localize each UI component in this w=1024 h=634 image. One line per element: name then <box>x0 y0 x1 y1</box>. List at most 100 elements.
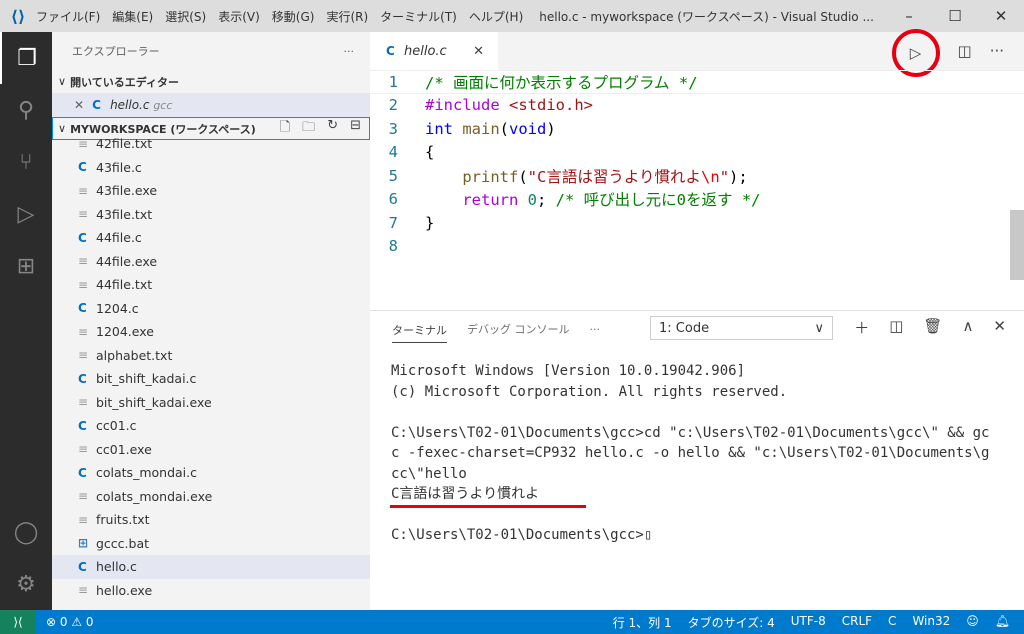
file-item[interactable]: Ccolats_mondai.c <box>52 461 370 485</box>
maximize-panel-icon[interactable]: ∧ <box>962 317 973 338</box>
problems-indicator[interactable]: ⊗ 0 ⚠ 0 <box>46 615 94 629</box>
file-name: gccc.bat <box>96 535 150 551</box>
close-icon[interactable]: ✕ <box>74 98 84 112</box>
bell-icon[interactable]: 🔔︎ <box>995 614 1010 631</box>
code-token: ; <box>537 191 556 210</box>
menu-item[interactable]: 表示(V) <box>218 10 260 24</box>
feedback-icon[interactable]: ☺ <box>966 614 979 631</box>
play-icon: ▷ <box>909 44 922 62</box>
source-control-icon[interactable]: ⑂ <box>0 136 52 188</box>
menu-bar: ファイル(F) 編集(E) 選択(S) 表示(V) 移動(G) 実行(R) ターミナル(T)… <box>36 8 535 25</box>
close-panel-icon[interactable]: ✕ <box>993 317 1006 338</box>
file-item[interactable]: ≡ bit_shift_kadai.exe <box>52 391 370 415</box>
code-line: 1 /* 画面に何か表示するプログラム */ <box>370 70 1024 94</box>
code-token: void <box>509 119 547 138</box>
account-icon[interactable]: ◯ <box>0 506 52 558</box>
file-item[interactable]: ≡ cc01.exe <box>52 438 370 462</box>
file-item[interactable]: Ccc01.c <box>52 414 370 438</box>
file-name: cc01.c <box>96 418 137 434</box>
tab-terminal[interactable]: ターミナル <box>392 322 447 343</box>
file-item[interactable]: ≡ 42file.txt <box>52 132 370 156</box>
maximize-button[interactable]: ☐ <box>932 7 978 25</box>
tab-debug-console[interactable]: デバッグ コンソール <box>467 321 570 337</box>
text-file-icon: ≡ <box>78 583 89 598</box>
remote-icon[interactable]: ⟩⟨ <box>0 610 36 634</box>
file-item[interactable]: ≡ colats_mondai.exe <box>52 485 370 509</box>
file-item[interactable]: ≡ 1204.exe <box>52 320 370 344</box>
code-token: ); <box>729 167 748 186</box>
search-icon[interactable]: ⚲ <box>0 84 52 136</box>
cursor-position[interactable]: 行 1、列 1 <box>613 614 672 631</box>
terminal-output[interactable]: Microsoft Windows [Version 10.0.19042.90… <box>370 347 1024 546</box>
close-tab-icon[interactable]: ✕ <box>473 44 484 59</box>
open-file-folder: gcc <box>153 98 173 112</box>
file-item[interactable]: ≡ 44file.exe <box>52 250 370 274</box>
terminal-panel: ターミナル デバッグ コンソール ··· 1: Code ∨ ＋ ◫ 🗑 ∧ ✕ … <box>370 310 1024 610</box>
more-icon[interactable]: ··· <box>590 323 601 336</box>
platform[interactable]: Win32 <box>912 614 950 631</box>
code-line: 6 return 0; /* 呼び出し元に0を返す */ <box>370 188 1024 212</box>
menu-item[interactable]: ヘルプ(H) <box>469 10 523 24</box>
file-item[interactable]: C 44file.c <box>52 226 370 250</box>
menu-item[interactable]: 移動(G) <box>272 10 315 24</box>
editor-tab-bar: Chello.c ✕ ▷ ◫ ··· <box>370 29 1024 77</box>
code-token: \n <box>701 167 720 186</box>
close-button[interactable]: ✕ <box>978 7 1024 25</box>
menu-item[interactable]: ファイル(F) <box>36 10 100 24</box>
file-item[interactable]: Cbit_shift_kadai.c <box>52 367 370 391</box>
terminal-select[interactable]: 1: Code ∨ <box>650 316 833 340</box>
text-file-icon: ≡ <box>78 442 89 457</box>
open-editors-section[interactable]: ∨ 開いているエディター <box>52 70 370 93</box>
c-file-icon: C <box>78 418 87 433</box>
file-item[interactable]: ≡ fruits.txt <box>52 508 370 532</box>
more-actions-icon[interactable]: ··· <box>990 42 1004 60</box>
scrollbar[interactable] <box>1010 210 1024 280</box>
menu-item[interactable]: 選択(S) <box>165 10 206 24</box>
file-name: alphabet.txt <box>96 347 173 363</box>
split-terminal-icon[interactable]: ◫ <box>889 317 903 338</box>
status-bar: ⟩⟨ ⊗ 0 ⚠ 0 行 1、列 1 タブのサイズ: 4 UTF-8 CRLF … <box>0 610 1024 634</box>
tab-hello-c[interactable]: Chello.c ✕ <box>370 32 498 70</box>
language-mode[interactable]: C <box>888 614 896 631</box>
minimize-button[interactable]: – <box>886 7 932 25</box>
code-token: } <box>425 213 435 232</box>
new-terminal-icon[interactable]: ＋ <box>854 317 869 338</box>
split-editor-icon[interactable]: ◫ <box>958 42 972 60</box>
file-item[interactable]: C 1204.c <box>52 297 370 321</box>
file-name: 44file.exe <box>96 253 158 269</box>
file-item[interactable]: C 43file.c <box>52 156 370 180</box>
line-number: 1 <box>388 72 398 91</box>
extensions-icon[interactable]: ⊞ <box>0 240 52 292</box>
title-bar: ⟨⟩ ファイル(F) 編集(E) 選択(S) 表示(V) 移動(G) 実行(R) ターミナル… <box>0 0 1024 32</box>
code-token: ( <box>499 119 509 138</box>
trash-icon[interactable]: 🗑 <box>923 317 942 338</box>
tab-size[interactable]: タブのサイズ: 4 <box>688 614 775 631</box>
text-file-icon: ≡ <box>78 136 89 151</box>
file-item[interactable]: ≡ 43file.txt <box>52 203 370 227</box>
encoding[interactable]: UTF-8 <box>791 614 826 631</box>
file-item[interactable]: Chello.c <box>52 555 370 579</box>
menu-item[interactable]: 実行(R) <box>326 10 368 24</box>
code-line: 2 #include <stdio.h> <box>370 94 1024 118</box>
file-item[interactable]: ⊞ gccc.bat <box>52 532 370 556</box>
code-token: ( <box>518 167 528 186</box>
file-item[interactable]: ≡ 44file.txt <box>52 273 370 297</box>
run-debug-icon[interactable]: ▷ <box>0 188 52 240</box>
line-ending[interactable]: CRLF <box>842 614 872 631</box>
file-item[interactable]: ≡ hello.exe <box>52 579 370 603</box>
code-editor[interactable]: 1 /* 画面に何か表示するプログラム */ 2 #include <stdio.h>… <box>370 70 1024 310</box>
c-file-icon: C <box>78 371 87 386</box>
more-actions-icon[interactable]: ··· <box>344 45 355 58</box>
file-item[interactable]: ≡ alphabet.txt <box>52 344 370 368</box>
file-item[interactable]: ≡ 43file.exe <box>52 179 370 203</box>
gear-icon[interactable]: ⚙ <box>0 558 52 610</box>
code-token: int <box>425 119 463 138</box>
menu-item[interactable]: 編集(E) <box>112 10 153 24</box>
activity-bar: ❐ ⚲ ⑂ ▷ ⊞ ◯ ⚙ <box>0 32 52 610</box>
menu-item[interactable]: ターミナル(T) <box>380 10 457 24</box>
open-editor-item[interactable]: ✕ Chello.c gcc <box>52 93 370 117</box>
explorer-icon[interactable]: ❐ <box>0 32 52 84</box>
line-number: 8 <box>388 237 398 256</box>
file-name: hello.c <box>96 559 137 575</box>
